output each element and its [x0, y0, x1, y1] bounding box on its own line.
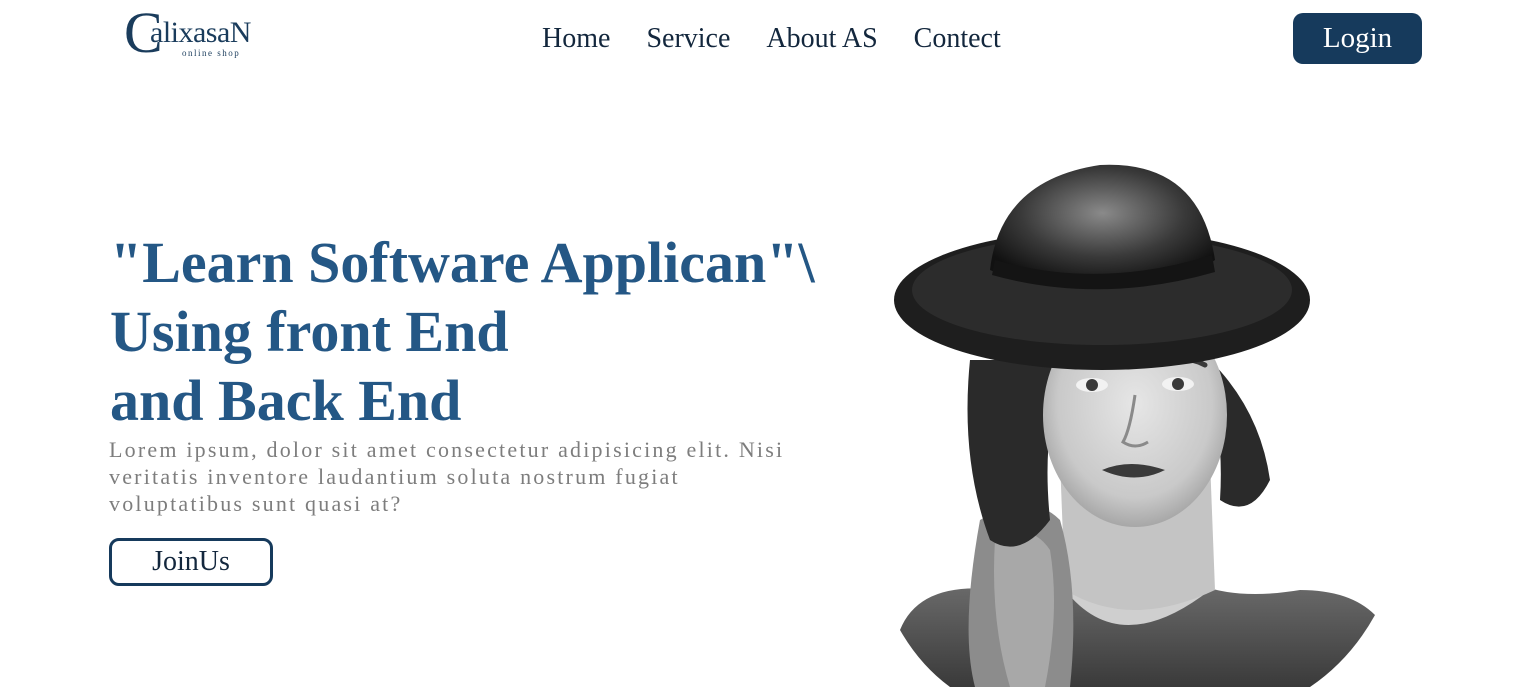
main-nav: Home Service About AS Contect — [542, 22, 1037, 56]
hero-title-line: and Back End — [110, 368, 462, 433]
nav-link-service[interactable]: Service — [646, 22, 730, 56]
join-us-button[interactable]: JoinUs — [109, 538, 273, 586]
hero-title-line: "Learn Software Applican"\ — [110, 230, 815, 295]
logo-wordmark: alixasaN — [150, 16, 251, 49]
nav-link-contact[interactable]: Contect — [914, 22, 1001, 56]
logo-tagline: online shop — [182, 48, 241, 58]
nav-link-about[interactable]: About AS — [766, 22, 877, 56]
brand-logo[interactable]: C alixasaN online shop — [124, 2, 284, 66]
hero-title-line: Using front End — [110, 299, 509, 364]
hero-portrait-image — [894, 164, 1375, 687]
hero-description: Lorem ipsum, dolor sit amet consectetur … — [109, 437, 785, 516]
hero-title: "Learn Software Applican"\ Using front E… — [110, 228, 870, 435]
nav-link-home[interactable]: Home — [542, 22, 610, 56]
login-button[interactable]: Login — [1293, 13, 1422, 64]
